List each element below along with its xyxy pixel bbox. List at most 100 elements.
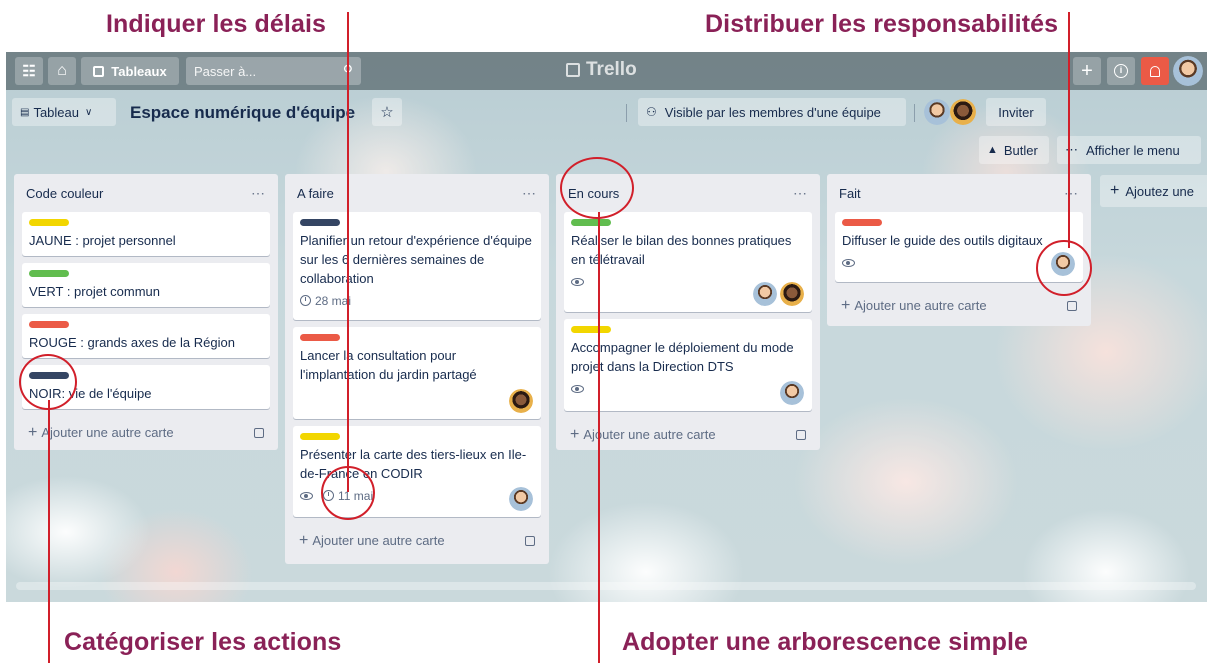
add-card-button[interactable]: + Ajouter une autre carte [22, 416, 270, 450]
annotation-line-responsabilites [1068, 12, 1070, 248]
card-label [842, 219, 882, 226]
user-avatar[interactable] [1173, 56, 1203, 86]
annotation-line-delais [347, 12, 349, 492]
list-menu-icon[interactable]: ⋯ [251, 185, 266, 202]
list-header: Fait ⋯ [835, 174, 1083, 212]
divider [626, 104, 627, 122]
template-icon[interactable] [254, 428, 264, 438]
search-input[interactable]: Passer à... ⚲ [186, 57, 361, 85]
member-avatar[interactable] [509, 389, 533, 413]
annotation-delais: Indiquer les délais [106, 10, 327, 38]
member-avatar[interactable] [509, 487, 533, 511]
horizontal-scrollbar[interactable] [16, 582, 1196, 590]
more-icon: ⋯ [1065, 142, 1078, 157]
member-avatar[interactable] [753, 282, 777, 306]
add-card-label: Ajouter une autre carte [312, 533, 445, 548]
annotation-categoriser: Catégoriser les actions [64, 628, 342, 656]
info-icon[interactable]: i [1107, 57, 1135, 85]
trello-logo-icon [566, 63, 580, 77]
card-members [753, 282, 804, 306]
template-icon[interactable] [1067, 301, 1077, 311]
add-card-button[interactable]: + Ajouter une autre carte [564, 418, 812, 452]
card-title: Accompagner le déploiement du mode proje… [571, 340, 794, 374]
trello-logo-text: Trello [586, 59, 637, 80]
list-menu-icon[interactable]: ⋯ [1064, 185, 1079, 202]
list-title[interactable]: A faire [297, 186, 334, 201]
card-label [571, 219, 611, 226]
member-avatar[interactable] [780, 282, 804, 306]
card[interactable]: Lancer la consultation pour l'implantati… [293, 327, 541, 419]
card-title: JAUNE : projet personnel [29, 233, 176, 248]
annotation-circle-label [19, 354, 77, 410]
eye-icon [842, 259, 855, 267]
card[interactable]: Planifier un retour d'expérience d'équip… [293, 212, 541, 320]
trello-logo[interactable]: Trello [566, 59, 637, 81]
plus-icon: + [28, 424, 38, 441]
annotation-arborescence: Adopter une arborescence simple [622, 628, 1029, 656]
view-switcher-button[interactable]: ▤ Tableau ∨ [12, 98, 116, 126]
home-icon[interactable]: ⌂ [48, 57, 76, 85]
plus-icon: + [841, 297, 851, 314]
template-icon[interactable] [525, 536, 535, 546]
butler-label: Butler [1003, 142, 1038, 158]
visibility-button[interactable]: ⚇ Visible par les membres d'une équipe [638, 98, 906, 126]
team-icon: ⚇ [646, 105, 657, 119]
add-card-button[interactable]: + Ajouter une autre carte [835, 289, 1083, 323]
view-label: Tableau [33, 104, 79, 120]
add-card-label: Ajouter une autre carte [583, 427, 716, 442]
boards-button[interactable]: Tableaux [81, 57, 179, 85]
trello-board-screenshot: ☷ ⌂ Tableaux Passer à... ⚲ Trello + i ▤ … [6, 52, 1207, 602]
add-list-label: Ajoutez une [1125, 183, 1195, 199]
card-label [571, 326, 611, 333]
bell-icon[interactable] [1141, 57, 1169, 85]
add-card-label: Ajouter une autre carte [854, 298, 987, 313]
list-menu-icon[interactable]: ⋯ [793, 185, 808, 202]
card-title: ROUGE : grands axes de la Région [29, 335, 235, 350]
chevron-down-icon: ∨ [85, 106, 93, 118]
grid-icon[interactable]: ☷ [15, 57, 43, 85]
star-icon[interactable]: ☆ [372, 98, 402, 126]
list-title[interactable]: Code couleur [26, 186, 103, 201]
list-title[interactable]: Fait [839, 186, 861, 201]
template-icon[interactable] [796, 430, 806, 440]
show-menu-button[interactable]: ⋯ Afficher le menu [1057, 136, 1201, 164]
annotation-circle-list-title [560, 157, 634, 219]
card-title: VERT : projet commun [29, 284, 161, 299]
card[interactable]: VERT : projet commun [22, 263, 270, 307]
add-card-button[interactable]: + Ajouter une autre carte [293, 524, 541, 558]
board-title[interactable]: Espace numérique d'équipe [130, 103, 355, 123]
add-card-label: Ajouter une autre carte [41, 425, 174, 440]
card-label [29, 270, 69, 277]
member-avatar[interactable] [950, 99, 976, 125]
annotation-line-categoriser [48, 400, 50, 663]
due-date-badge[interactable]: 28 mai [300, 292, 351, 311]
show-menu-label: Afficher le menu [1086, 142, 1180, 158]
visibility-label: Visible par les membres d'une équipe [664, 104, 881, 120]
card-label [300, 433, 340, 440]
board-view-icon: ▤ [20, 106, 30, 118]
annotation-responsabilites: Distribuer les responsabilités [705, 10, 1059, 38]
card[interactable]: Accompagner le déploiement du mode proje… [564, 319, 812, 411]
member-avatar[interactable] [780, 381, 804, 405]
boards-label: Tableaux [111, 63, 167, 79]
plus-icon: + [570, 426, 580, 443]
member-avatar[interactable] [924, 99, 950, 125]
plus-icon: + [299, 532, 309, 549]
card-badges: 28 mai [300, 292, 533, 310]
eye-icon [571, 385, 584, 393]
card-label [29, 321, 69, 328]
card-members [509, 487, 533, 511]
invite-button[interactable]: Inviter [986, 98, 1046, 126]
plus-icon[interactable]: + [1073, 57, 1101, 85]
list-menu-icon[interactable]: ⋯ [522, 185, 537, 202]
board-icon [93, 65, 105, 77]
card-title: Planifier un retour d'expérience d'équip… [300, 233, 532, 286]
card[interactable]: Réaliser le bilan des bonnes pratiques e… [564, 212, 812, 312]
card-members [780, 381, 804, 405]
add-list-button[interactable]: + Ajoutez une [1100, 175, 1207, 207]
card[interactable]: ROUGE : grands axes de la Région [22, 314, 270, 358]
clock-icon [300, 294, 311, 306]
card[interactable]: JAUNE : projet personnel [22, 212, 270, 256]
search-placeholder: Passer à... [194, 63, 257, 79]
butler-button[interactable]: ▲ Butler [979, 136, 1049, 164]
